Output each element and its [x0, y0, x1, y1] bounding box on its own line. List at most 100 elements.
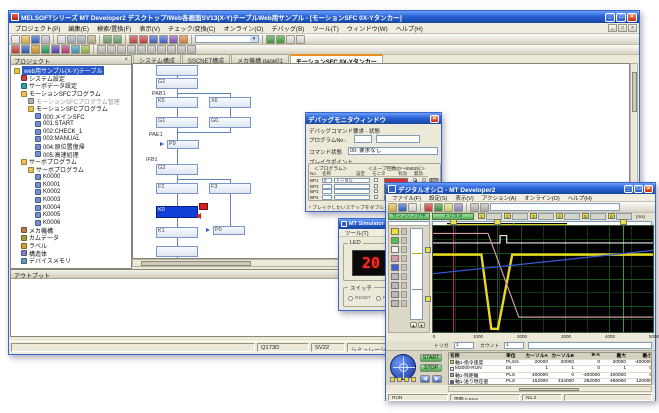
step-run-icon[interactable]	[276, 35, 285, 44]
osc-channel-button-1[interactable]	[391, 228, 399, 235]
osc-start-icon[interactable]	[424, 203, 433, 212]
tree-item-7[interactable]: 001:START	[12, 120, 130, 128]
bp-row-num-2[interactable]	[322, 189, 332, 194]
batch-convert-icon[interactable]	[149, 35, 158, 44]
tab-1[interactable]: SSCNET構成	[182, 54, 230, 63]
print-icon[interactable]	[41, 35, 50, 44]
sfc-node-K5[interactable]: K5	[156, 97, 198, 108]
osc-channel-mini-3[interactable]	[401, 246, 407, 253]
tree-item-17[interactable]: K0003	[12, 196, 130, 204]
zoom-out-icon[interactable]	[296, 35, 305, 44]
zoom-in-icon[interactable]	[286, 35, 295, 44]
osc-channel-mini-9[interactable]	[401, 300, 407, 307]
tree-item-14[interactable]: K0000	[12, 173, 130, 181]
osc-slider-down-button[interactable]: ▼	[418, 322, 425, 328]
sfc-tool-3[interactable]	[117, 45, 126, 54]
menu-4[interactable]: チェック/変換(C)	[164, 23, 219, 34]
target-combo[interactable]: ▾	[195, 35, 259, 43]
watch-icon[interactable]	[71, 45, 80, 54]
monitor-icon[interactable]	[159, 35, 168, 44]
bp-row-num-0[interactable]: 0	[322, 178, 332, 183]
sfc-node-X6[interactable]: X6	[209, 97, 251, 108]
osc-channel-mini-5[interactable]	[401, 264, 407, 271]
osc-tag-field-2[interactable]	[512, 213, 528, 220]
dialog-close-button[interactable]: ×	[430, 115, 439, 123]
tree-item-25[interactable]: デバイスメモリ	[12, 257, 130, 265]
combo-arrow-icon[interactable]: ▾	[250, 36, 258, 42]
sim-icon[interactable]	[51, 45, 60, 54]
sfc-node-K1[interactable]: K1	[156, 227, 198, 238]
cut-icon[interactable]	[67, 35, 76, 44]
tree-item-15[interactable]: K0001	[12, 181, 130, 189]
osc-tag-1[interactable]: 1	[478, 213, 485, 219]
osc-left-marker-1[interactable]	[425, 296, 431, 302]
save-icon[interactable]	[31, 35, 40, 44]
osc-menu-4[interactable]: オンライン(O)	[520, 193, 563, 203]
switch-reset-radio[interactable]	[348, 296, 353, 301]
mdi-button-1[interactable]: □	[618, 24, 627, 32]
osc-open-icon[interactable]	[388, 203, 397, 212]
main-titlebar[interactable]: MELSOFTシリーズ MT Developer2 デスクトップ/Web各画面S…	[9, 11, 639, 23]
osc-channel-button-9[interactable]	[391, 300, 399, 307]
tab-3[interactable]: モーションSFC 0X-Yタンカー	[290, 54, 383, 63]
osc-tag-field-5[interactable]	[590, 213, 606, 220]
sfc-tool-4[interactable]	[127, 45, 136, 54]
osc-tag-3[interactable]: 3	[530, 213, 537, 219]
osc-channel-button-6[interactable]	[391, 273, 399, 280]
osc-maximize-button[interactable]: □	[634, 185, 643, 193]
sfc-tool-7[interactable]	[157, 45, 166, 54]
osc-icon[interactable]	[61, 45, 70, 54]
sfc-node-0[interactable]	[156, 65, 198, 76]
osc-stop-button[interactable]: STOP	[420, 364, 442, 372]
bp-row-name-2[interactable]	[334, 189, 370, 194]
bp-row-set-checkbox-1[interactable]	[374, 184, 378, 188]
osc-save-icon[interactable]	[398, 203, 407, 212]
bp-row-name-0[interactable]: トータル	[334, 178, 370, 183]
servo-on-icon[interactable]	[31, 45, 40, 54]
menu-0[interactable]: プロジェクト(P)	[11, 23, 64, 34]
osc-table-scrollbar[interactable]	[448, 386, 652, 392]
osc-menu-0[interactable]: ファイル(F)	[388, 193, 425, 203]
osc-help-icon[interactable]	[480, 203, 489, 212]
osc-channel-mini-8[interactable]	[401, 291, 407, 298]
bp-row-num-1[interactable]	[322, 184, 332, 189]
maximize-button[interactable]: □	[616, 13, 626, 22]
osc-menu-1[interactable]: 設定(S)	[425, 193, 451, 203]
osc-setting-icon[interactable]	[470, 203, 479, 212]
osc-channel-button-5[interactable]	[391, 264, 399, 271]
sfc-node-G3[interactable]: G3	[156, 164, 198, 175]
osc-tag-5[interactable]: 5	[582, 213, 589, 219]
menu-7[interactable]: ツール(T)	[308, 23, 342, 34]
servo-off-icon[interactable]	[41, 45, 50, 54]
menu-3[interactable]: 表示(V)	[135, 23, 164, 34]
copy-icon[interactable]	[77, 35, 86, 44]
osc-vertical-slider[interactable]	[410, 228, 423, 320]
osc-probe-icon[interactable]	[454, 203, 463, 212]
menu-2[interactable]: 検索/置換(F)	[93, 23, 135, 34]
convert-icon[interactable]	[139, 35, 148, 44]
osc-page-next-button[interactable]: ▶	[432, 375, 442, 383]
osc-menu-5[interactable]: ヘルプ(H)	[564, 193, 596, 203]
bp-row-set-checkbox-3[interactable]	[374, 195, 378, 199]
menu-5[interactable]: オンライン(O)	[219, 23, 267, 34]
sfc-node-P9[interactable]: P9	[167, 140, 199, 149]
graph-top-tag-2[interactable]	[620, 219, 627, 225]
mdi-button-0[interactable]: _	[608, 24, 617, 32]
osc-minimize-button[interactable]: _	[624, 185, 633, 193]
check-program-icon[interactable]	[129, 35, 138, 44]
osc-slider-up-button[interactable]: ▲	[410, 322, 417, 328]
close-button[interactable]: ×	[627, 13, 637, 22]
osc-stop-icon[interactable]	[434, 203, 443, 212]
tree-item-18[interactable]: K0004	[12, 204, 130, 212]
osc-tag-2[interactable]: 2	[504, 213, 511, 219]
sfc-tool-9[interactable]	[177, 45, 186, 54]
sfc-tool-1[interactable]	[97, 45, 106, 54]
osc-tag-field-3[interactable]	[538, 213, 554, 220]
bp-row-name-3[interactable]	[334, 195, 370, 200]
osc-start-button[interactable]: START	[420, 354, 442, 362]
sfc-node-F2[interactable]: F2	[156, 183, 198, 194]
switch-run-radio[interactable]	[376, 296, 381, 301]
menu-8[interactable]: ウィンドウ(W)	[343, 23, 392, 34]
dialog-titlebar[interactable]: デバッグモニタウィンドウ ×	[306, 113, 441, 124]
osc-tag-6[interactable]: 6	[608, 213, 615, 219]
